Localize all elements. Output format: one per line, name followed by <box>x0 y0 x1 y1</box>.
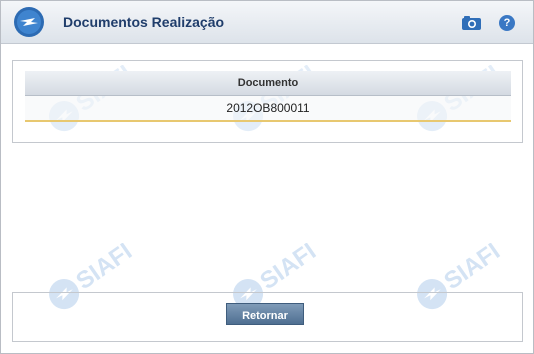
title-bar: Documentos Realização ? <box>1 1 533 44</box>
documents-panel: Documento 2012OB800011 <box>12 60 523 143</box>
dialog-window: Documentos Realização ? SIAFI SIAFI SIAF… <box>0 0 534 354</box>
document-cell[interactable]: 2012OB800011 <box>25 95 511 122</box>
watermark-text: SIAFI <box>439 243 505 295</box>
table-row[interactable]: 2012OB800011 <box>25 95 511 122</box>
app-logo-icon <box>14 7 44 37</box>
watermark-text: SIAFI <box>71 243 137 295</box>
footer-panel: Retornar <box>12 292 523 342</box>
watermark-text: SIAFI <box>255 243 321 295</box>
help-icon[interactable]: ? <box>499 15 515 31</box>
table-header-row: Documento <box>25 71 511 96</box>
page-title: Documentos Realização <box>63 14 225 30</box>
column-header-documento: Documento <box>25 71 511 96</box>
retornar-button[interactable]: Retornar <box>226 303 304 325</box>
camera-icon[interactable] <box>462 15 481 30</box>
documents-table: Documento 2012OB800011 <box>25 71 511 122</box>
